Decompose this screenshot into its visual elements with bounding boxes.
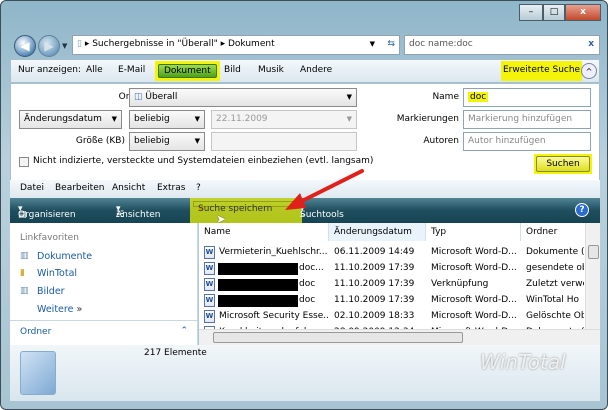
red-arrow-annotation xyxy=(285,169,364,210)
mouse-cursor: ➤ xyxy=(216,212,227,226)
